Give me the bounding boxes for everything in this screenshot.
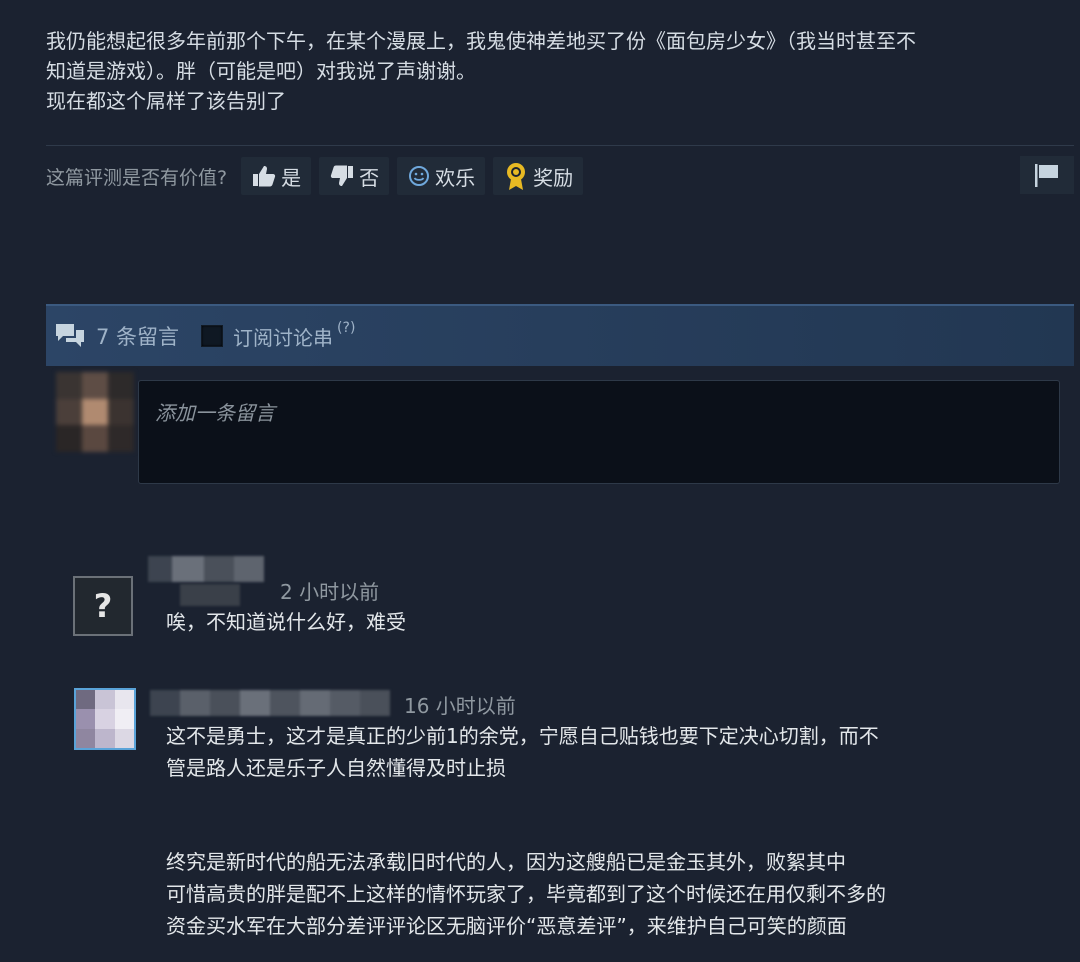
thumbs-down-icon <box>330 165 354 186</box>
commenter-name-blurred[interactable] <box>148 556 264 582</box>
flag-icon <box>1035 164 1058 187</box>
subscribe-checkbox[interactable] <box>201 325 224 347</box>
speech-bubbles-icon <box>56 324 84 347</box>
vote-yes-button[interactable]: 是 <box>241 157 312 195</box>
smiley-icon <box>409 166 430 186</box>
review-line: 知道是游戏）。胖（可能是吧）对我说了声谢谢。 <box>46 59 476 83</box>
report-flag-button[interactable] <box>1020 156 1074 194</box>
vote-funny-label: 欢乐 <box>435 165 476 190</box>
thumbs-up-icon <box>253 166 276 187</box>
comment-text: 这不是勇士，这才是真正的少前1的余党，宁愿自己贴钱也要下定决心切割，而不 管是路… <box>166 720 879 784</box>
comment-input[interactable]: 添加一条留言 <box>138 380 1060 484</box>
comment-text: 终究是新时代的船无法承载旧时代的人，因为这艘船已是金玉其外，败絮其中 可惜高贵的… <box>166 846 886 942</box>
commenter-name-blurred[interactable] <box>150 690 390 716</box>
vote-question: 这篇评测是否有价值? <box>46 166 228 189</box>
award-medal-icon <box>507 163 526 190</box>
comment-timestamp: 16 小时以前 <box>404 694 516 718</box>
vote-row: 这篇评测是否有价值? 是 否 欢乐 奖励 <box>46 156 591 196</box>
vote-yes-label: 是 <box>281 165 302 190</box>
subscribe-help-link[interactable]: (?) <box>337 320 355 336</box>
current-user-avatar <box>56 372 134 452</box>
review-line: 我仍能想起很多年前那个下午，在某个漫展上，我鬼使神差地买了份《面包房少女》（我当… <box>46 29 916 53</box>
review-body: 我仍能想起很多年前那个下午，在某个漫展上，我鬼使神差地买了份《面包房少女》（我当… <box>46 26 1066 116</box>
comment-line: 终究是新时代的船无法承载旧时代的人，因为这艘船已是金玉其外，败絮其中 <box>166 850 846 874</box>
comment-line: 可惜高贵的胖是配不上这样的情怀玩家了，毕竟都到了这个时候还在用仅剩不多的 <box>166 882 886 906</box>
award-label: 奖励 <box>533 165 574 190</box>
commenter-avatar[interactable] <box>74 688 136 750</box>
divider <box>46 145 1074 146</box>
comment-line: 唉，不知道说什么好，难受 <box>166 610 406 634</box>
comments-header: 7 条留言 订阅讨论串 (?) <box>46 304 1074 366</box>
award-button[interactable]: 奖励 <box>493 157 584 195</box>
comment-line: 资金买水军在大部分差评评论区无脑评价“恶意差评”，来维护自己可笑的颜面 <box>166 914 847 938</box>
subscribe-label[interactable]: 订阅讨论串 <box>233 322 333 351</box>
comment-input-placeholder: 添加一条留言 <box>155 401 275 425</box>
comment-timestamp: 2 小时以前 <box>280 580 380 604</box>
vote-funny-button[interactable]: 欢乐 <box>397 157 486 195</box>
comment-line: 管是路人还是乐子人自然懂得及时止损 <box>166 756 506 780</box>
vote-no-label: 否 <box>359 165 380 190</box>
review-line: 现在都这个屌样了该告别了 <box>46 89 286 113</box>
vote-no-button[interactable]: 否 <box>319 157 390 195</box>
commenter-avatar[interactable]: ? <box>73 576 133 636</box>
comment-line: 这不是勇士，这才是真正的少前1的余党，宁愿自己贴钱也要下定决心切割，而不 <box>166 724 879 748</box>
commenter-name-blurred <box>180 584 240 606</box>
comment-text: 唉，不知道说什么好，难受 <box>166 606 406 638</box>
comment-count: 7 条留言 <box>96 325 180 349</box>
